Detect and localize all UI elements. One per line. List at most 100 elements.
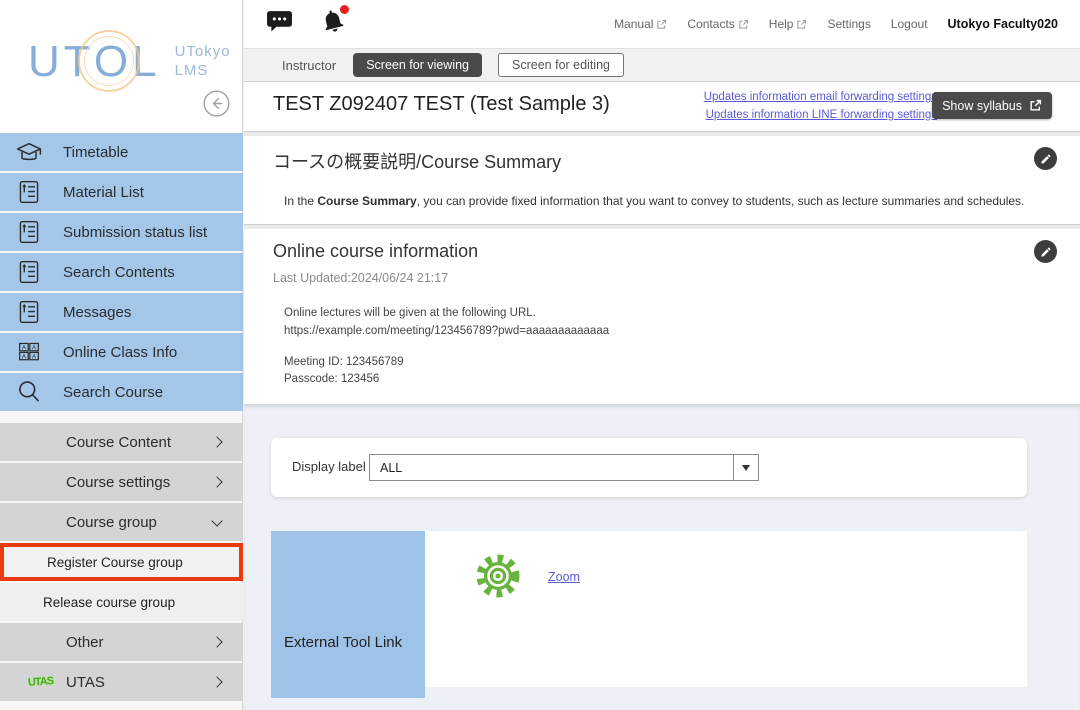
sidebar-item-label: Timetable	[63, 144, 128, 161]
document-list-icon	[13, 259, 45, 285]
chevron-down-icon	[211, 515, 222, 526]
sidebar-group-label: Course Content	[66, 434, 171, 451]
online-info-heading: Online course information	[273, 241, 478, 262]
course-summary-description: In the Course Summary, you can provide f…	[284, 194, 1024, 208]
chevron-right-icon	[211, 676, 222, 687]
selected-option: ALL	[370, 455, 733, 480]
document-list-icon	[13, 299, 45, 325]
spacer	[284, 341, 609, 354]
messages-chat-icon[interactable]	[266, 9, 293, 39]
utol-logo-text: UTOL	[28, 40, 161, 84]
sidebar-item-label: Submission status list	[63, 224, 207, 241]
sidebar-group-label: UTAS	[66, 674, 105, 691]
triangle-down-icon	[742, 465, 750, 471]
display-label-select[interactable]: ALL	[369, 454, 759, 481]
view-mode-bar: Instructor Screen for viewing Screen for…	[244, 48, 1080, 82]
top-links: Manual Contacts Help Settings Logout U	[614, 17, 1058, 31]
online-info-line: Online lectures will be given at the fol…	[284, 305, 609, 323]
select-dropdown-button[interactable]	[733, 455, 758, 480]
logo-word: UTOL	[28, 37, 161, 86]
sidebar-item-online-class-info[interactable]: AAAA Online Class Info	[0, 333, 243, 371]
summary-text-prefix: In the	[284, 194, 317, 208]
email-forwarding-settings-link[interactable]: Updates information email forwarding set…	[704, 89, 937, 107]
sidebar-item-label: Online Class Info	[63, 344, 177, 361]
sidebar-item-course-group[interactable]: Course group	[0, 503, 243, 541]
notifications-bell-icon[interactable]	[319, 8, 347, 40]
edit-course-summary-button[interactable]	[1034, 147, 1057, 170]
logo-subtitle-line2: LMS	[175, 62, 231, 81]
logo-area: UTOL UTokyo LMS	[0, 0, 242, 133]
sidebar-group-label: Course group	[66, 514, 157, 531]
external-link-icon	[738, 19, 749, 30]
manual-link[interactable]: Manual	[614, 17, 667, 31]
summary-text-suffix: , you can provide fixed information that…	[417, 194, 1025, 208]
sidebar-item-release-course-group[interactable]: Release course group	[0, 583, 243, 621]
screen-for-editing-button[interactable]: Screen for editing	[498, 53, 624, 77]
last-updated-timestamp: Last Updated:2024/06/24 21:17	[273, 271, 448, 285]
role-label: Instructor	[282, 58, 336, 73]
video-grid-icon: AAAA	[13, 339, 45, 365]
contacts-link-label: Contacts	[687, 17, 734, 31]
sidebar-item-other[interactable]: Other	[0, 623, 243, 661]
zoom-tool-link[interactable]: Zoom	[548, 570, 580, 584]
sidebar-item-search-course[interactable]: Search Course	[0, 373, 243, 411]
logo-subtitle-line1: UTokyo	[175, 43, 231, 62]
sidebar-subitem-label: Register Course group	[47, 555, 183, 570]
course-title-row: TEST Z092407 TEST (Test Sample 3) Update…	[244, 82, 1080, 131]
help-link[interactable]: Help	[769, 17, 808, 31]
meeting-url: https://example.com/meeting/123456789?pw…	[284, 323, 609, 341]
help-link-label: Help	[769, 17, 794, 31]
external-tool-link-box: External Tool Link	[271, 531, 425, 698]
manual-link-label: Manual	[614, 17, 653, 31]
course-summary-section: コースの概要説明/Course Summary In the Course Su…	[244, 136, 1080, 224]
show-syllabus-label: Show syllabus	[942, 99, 1022, 113]
external-link-icon	[1029, 99, 1042, 112]
sidebar-item-messages[interactable]: Messages	[0, 293, 243, 331]
sidebar-item-label: Search Course	[63, 384, 163, 401]
sidebar-group-label: Course settings	[66, 474, 170, 491]
logout-link-label: Logout	[891, 17, 928, 31]
sidebar-item-register-course-group[interactable]: Register Course group	[0, 543, 243, 581]
document-list-icon	[13, 179, 45, 205]
sidebar-subitem-label: Release course group	[43, 595, 175, 610]
utol-logo: UTOL UTokyo LMS	[28, 40, 231, 84]
contacts-link[interactable]: Contacts	[687, 17, 748, 31]
show-syllabus-button[interactable]: Show syllabus	[932, 92, 1052, 119]
logout-link[interactable]: Logout	[891, 17, 928, 31]
online-course-info-section: Online course information Last Updated:2…	[244, 229, 1080, 404]
gear-tool-icon	[475, 553, 521, 604]
course-title: TEST Z092407 TEST (Test Sample 3)	[273, 93, 610, 116]
edit-online-info-button[interactable]	[1034, 240, 1057, 263]
chevron-right-icon	[211, 476, 222, 487]
forwarding-links: Updates information email forwarding set…	[704, 89, 937, 125]
sidebar-item-search-contents[interactable]: Search Contents	[0, 253, 243, 291]
sidebar-item-label: Material List	[63, 184, 144, 201]
sidebar: UTOL UTokyo LMS	[0, 0, 243, 710]
notification-dot	[340, 5, 349, 14]
line-forwarding-settings-link[interactable]: Updates information LINE forwarding sett…	[704, 107, 937, 125]
sidebar-item-timetable[interactable]: Timetable	[0, 133, 243, 171]
sidebar-item-course-settings[interactable]: Course settings	[0, 463, 243, 501]
screen-for-viewing-button[interactable]: Screen for viewing	[353, 53, 482, 77]
sidebar-group-label: Other	[66, 634, 104, 651]
sidebar-item-submission-status-list[interactable]: Submission status list	[0, 213, 243, 251]
settings-link[interactable]: Settings	[827, 17, 870, 31]
contents-area: Display label ALL External Tool Link Zoo…	[244, 404, 1080, 710]
sidebar-item-course-content[interactable]: Course Content	[0, 423, 243, 461]
sidebar-item-material-list[interactable]: Material List	[0, 173, 243, 211]
top-icons	[266, 8, 347, 40]
utol-lms-app: UTOL UTokyo LMS	[0, 0, 1080, 710]
document-list-icon	[13, 219, 45, 245]
main-content: Manual Contacts Help Settings Logout U	[244, 0, 1080, 710]
pencil-icon	[1040, 153, 1052, 165]
sidebar-item-label: Search Contents	[63, 264, 175, 281]
graduation-cap-icon	[13, 140, 45, 164]
settings-link-label: Settings	[827, 17, 870, 31]
passcode: Passcode: 123456	[284, 371, 609, 389]
sidebar-group-stack: Course Content Course settings Course gr…	[0, 423, 243, 701]
logo-subtitle: UTokyo LMS	[175, 43, 231, 81]
sidebar-collapse-button[interactable]	[203, 90, 230, 117]
sidebar-item-utas[interactable]: UTAS UTAS	[0, 663, 243, 701]
display-label-text: Display label	[292, 459, 366, 474]
online-info-body: Online lectures will be given at the fol…	[284, 305, 609, 389]
